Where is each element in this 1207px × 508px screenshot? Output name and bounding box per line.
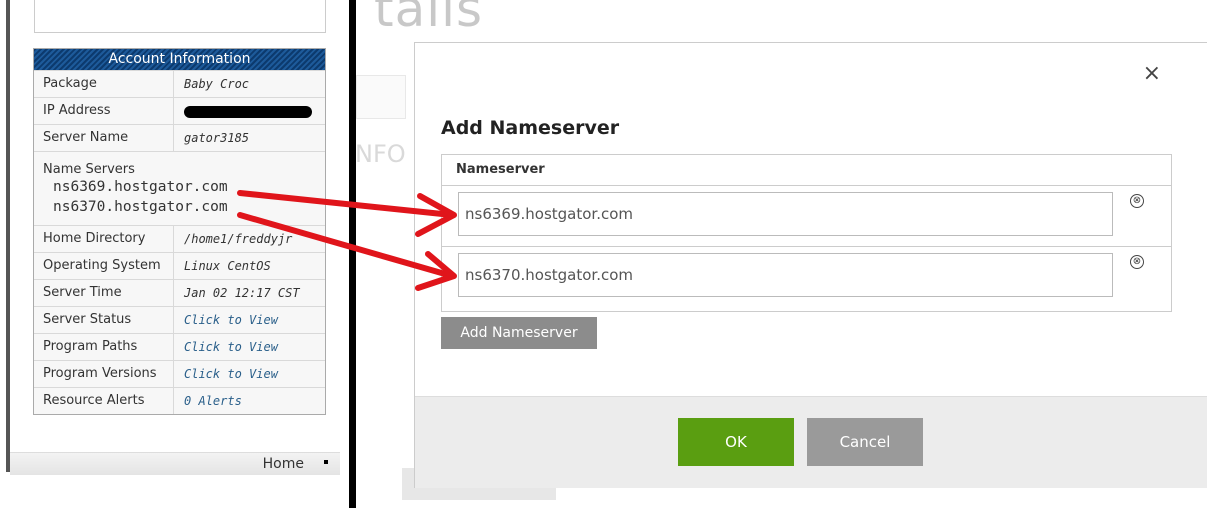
arrow-2-shaft	[237, 212, 455, 279]
annotation-arrows	[237, 190, 457, 291]
